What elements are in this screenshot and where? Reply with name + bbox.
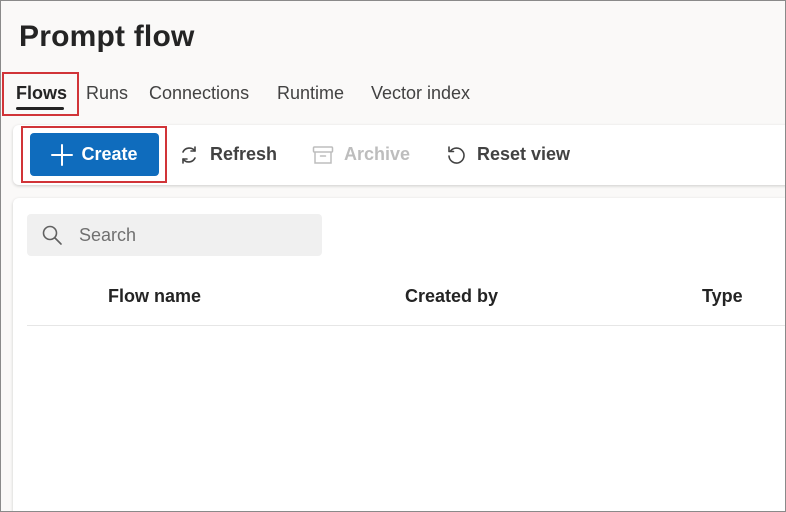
page-title: Prompt flow (19, 20, 195, 53)
search-icon (42, 225, 62, 245)
search-box[interactable] (27, 214, 322, 256)
tab-vector-index[interactable]: Vector index (371, 74, 470, 112)
search-input[interactable] (79, 224, 299, 246)
tab-runs[interactable]: Runs (86, 74, 128, 112)
active-tab-indicator (16, 107, 64, 110)
reset-icon (448, 145, 465, 164)
tab-runtime[interactable]: Runtime (277, 74, 344, 112)
reset-view-button-label: Reset view (477, 144, 571, 164)
tab-bar: Flows Runs Connections Runtime Vector in… (0, 74, 786, 114)
refresh-button-label: Refresh (210, 144, 278, 164)
archive-button[interactable]: Archive (312, 133, 410, 176)
refresh-button[interactable]: Refresh (178, 133, 277, 176)
refresh-icon (182, 145, 196, 164)
table-header-divider (27, 325, 786, 326)
reset-view-button[interactable]: Reset view (445, 133, 570, 176)
column-header-flow-name[interactable]: Flow name (108, 286, 201, 307)
column-header-type[interactable]: Type (702, 286, 743, 307)
create-button[interactable]: Create (30, 133, 159, 176)
tab-connections[interactable]: Connections (149, 74, 249, 112)
archive-button-label: Archive (344, 144, 411, 164)
create-button-label: Create (81, 144, 138, 164)
command-toolbar: Create Refresh Archive Reset view (13, 125, 786, 185)
plus-icon (51, 143, 74, 166)
flows-list-panel: Flow name Created by Type (13, 198, 786, 512)
archive-icon (312, 145, 334, 164)
column-header-created-by[interactable]: Created by (405, 286, 498, 307)
